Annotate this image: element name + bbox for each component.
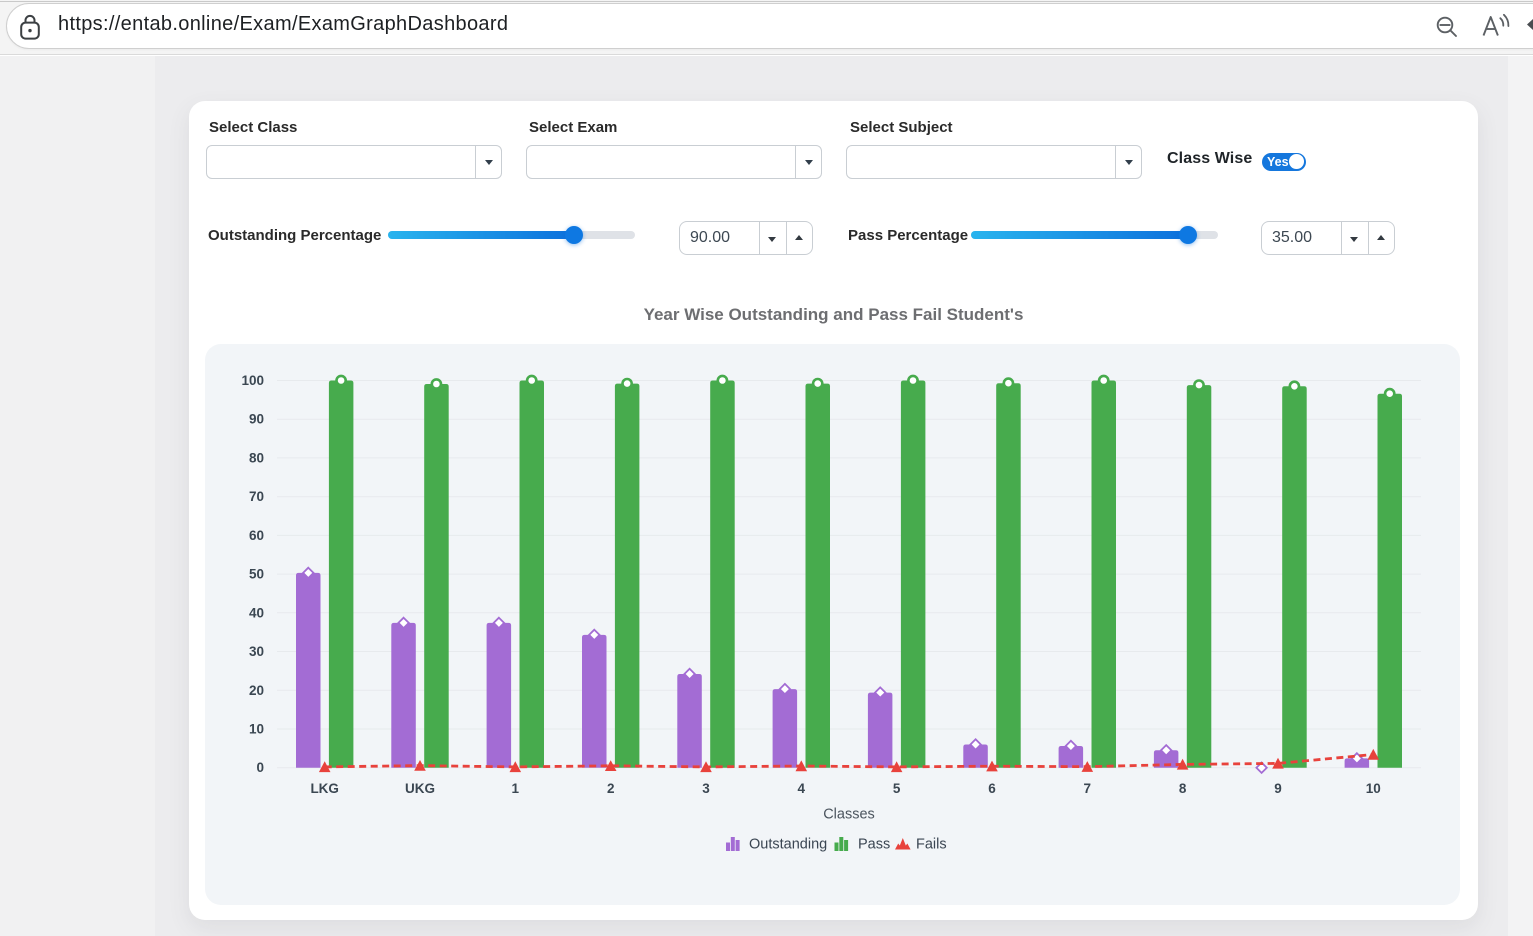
- svg-text:30: 30: [249, 644, 264, 659]
- svg-text:20: 20: [249, 683, 264, 698]
- svg-text:4: 4: [798, 781, 806, 796]
- svg-text:9: 9: [1274, 781, 1282, 796]
- svg-text:2: 2: [607, 781, 615, 796]
- svg-text:UKG: UKG: [405, 781, 435, 796]
- svg-text:Pass: Pass: [858, 837, 890, 853]
- svg-text:Classes: Classes: [823, 807, 875, 823]
- svg-text:10: 10: [249, 722, 264, 737]
- svg-text:1: 1: [512, 781, 520, 796]
- svg-text:60: 60: [249, 528, 264, 543]
- svg-text:50: 50: [249, 567, 264, 582]
- svg-text:100: 100: [241, 373, 264, 388]
- svg-text:7: 7: [1084, 781, 1092, 796]
- svg-text:5: 5: [893, 781, 901, 796]
- svg-text:80: 80: [249, 450, 264, 465]
- svg-text:LKG: LKG: [310, 781, 339, 796]
- svg-text:8: 8: [1179, 781, 1187, 796]
- svg-text:40: 40: [249, 605, 264, 620]
- svg-text:70: 70: [249, 489, 264, 504]
- svg-text:6: 6: [988, 781, 996, 796]
- svg-text:90: 90: [249, 412, 264, 427]
- svg-text:Outstanding: Outstanding: [749, 837, 827, 853]
- svg-text:Fails: Fails: [916, 837, 947, 853]
- svg-text:0: 0: [256, 760, 264, 775]
- svg-text:10: 10: [1366, 781, 1381, 796]
- svg-text:3: 3: [702, 781, 710, 796]
